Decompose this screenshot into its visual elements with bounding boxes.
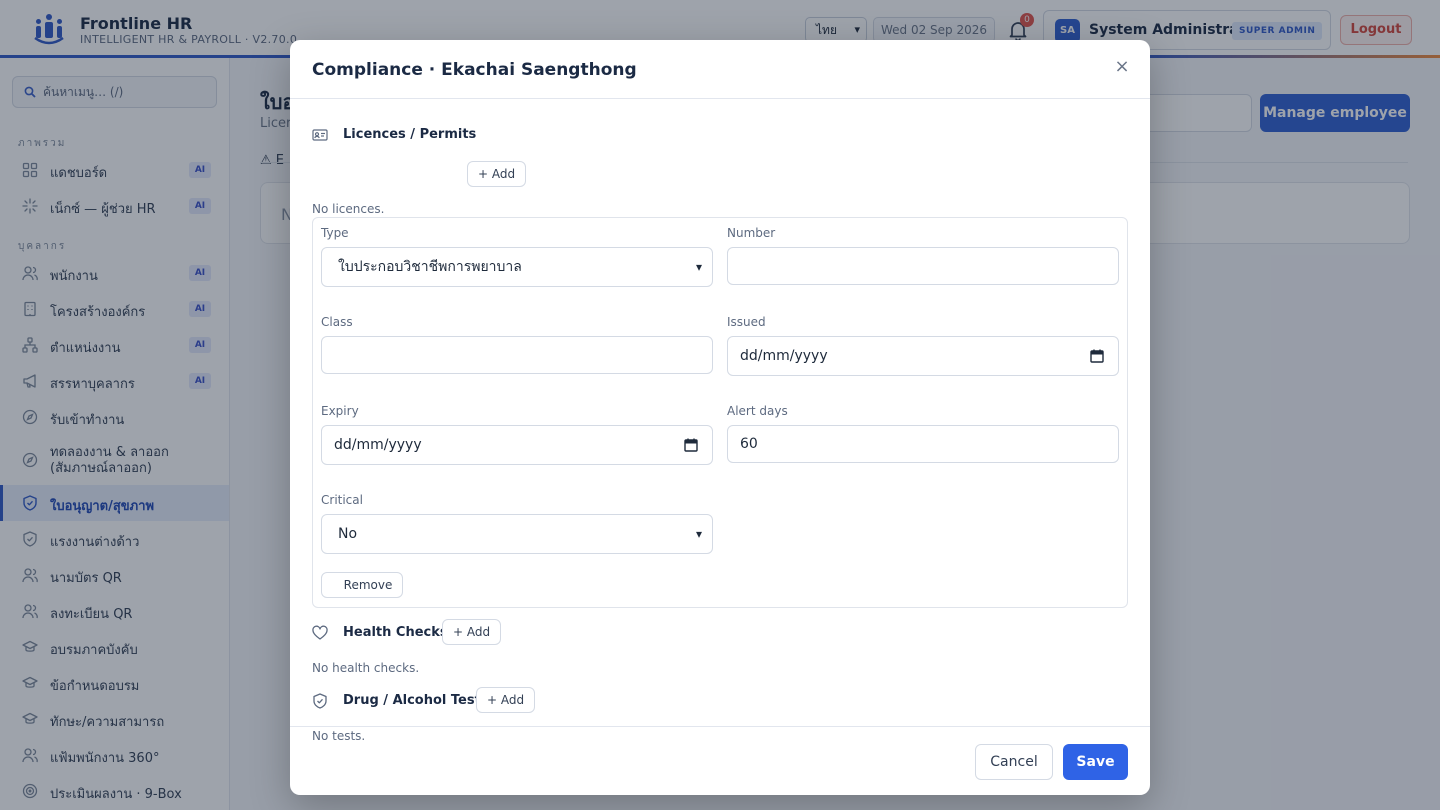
compliance-modal: Compliance · Ekachai Saengthong × Licenc… [290,40,1150,795]
cancel-button[interactable]: Cancel [975,744,1053,780]
modal-title: Compliance · Ekachai Saengthong [312,60,637,80]
expiry-label: Expiry [321,404,359,418]
modal-header: Compliance · Ekachai Saengthong × [290,40,1150,99]
licences-section-header: Licences / Permits [312,122,612,148]
licences-empty-text: No licences. [312,202,385,216]
licence-class-input[interactable] [321,336,713,374]
alert-days-label: Alert days [727,404,788,418]
alert-days-input[interactable]: 60 [727,425,1119,463]
licences-section-title: Licences / Permits [343,127,477,142]
health-section-title: Health Checks [343,625,448,640]
licence-type-select[interactable]: ใบประกอบวิชาชีพการพยาบาล ▾ [321,247,713,287]
close-icon[interactable]: × [1112,57,1132,77]
licence-entry-card: Type ใบประกอบวิชาชีพการพยาบาล ▾ Number C… [312,217,1128,608]
save-button[interactable]: Save [1063,744,1128,780]
shield-check-icon [313,693,327,709]
expiry-date-input[interactable]: dd/mm/yyyy [321,425,713,465]
licence-type-value: ใบประกอบวิชาชีพการพยาบาล [338,259,522,275]
modal-footer: Cancel Save [290,726,1150,795]
chevron-down-icon: ▾ [695,527,702,541]
drug-section-title: Drug / Alcohol Tests [343,693,489,708]
issued-date-input[interactable]: dd/mm/yyyy [727,336,1119,376]
health-empty-text: No health checks. [312,661,420,675]
id-card-icon [312,129,328,141]
chevron-down-icon: ▾ [695,260,702,274]
licence-number-input[interactable] [727,247,1119,285]
class-label: Class [321,315,353,329]
remove-licence-button[interactable]: Remove [321,572,403,598]
calendar-icon[interactable] [1090,349,1104,363]
type-label: Type [321,226,349,240]
critical-label: Critical [321,493,363,507]
critical-value: No [338,526,358,542]
critical-select[interactable]: No ▾ [321,514,713,554]
modal-body: Licences / Permits + Add No licences. Ty… [290,99,1150,743]
add-licence-button[interactable]: + Add [467,161,527,187]
add-health-check-button[interactable]: + Add [442,619,502,645]
issued-label: Issued [727,315,766,329]
alert-days-value: 60 [740,436,758,452]
expiry-date-value: dd/mm/yyyy [334,437,422,453]
calendar-icon[interactable] [684,438,698,452]
issued-date-value: dd/mm/yyyy [740,348,828,364]
heart-icon [312,625,328,640]
add-drug-test-button[interactable]: + Add [476,687,536,713]
number-label: Number [727,226,776,240]
